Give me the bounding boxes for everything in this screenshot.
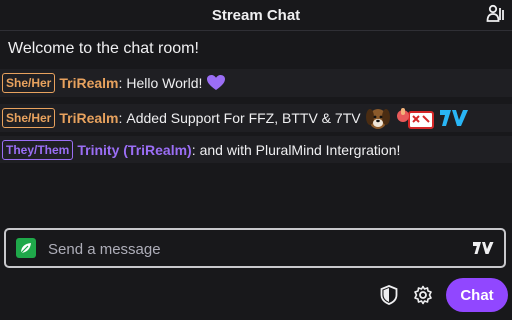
username[interactable]: Trinity (TriRealm) [77,142,191,158]
message-colon: : [118,110,123,126]
message-text: Hello World! [126,75,203,91]
seventv-icon[interactable] [472,238,494,258]
chat-message: They/Them Trinity (TriRealm) : and with … [0,136,512,163]
chat-input-container[interactable] [4,228,506,268]
moderation-button[interactable] [374,280,404,310]
pronoun-badge[interactable]: They/Them [2,139,74,160]
username[interactable]: TriRealm [59,110,118,126]
chat-send-button[interactable]: Chat [446,278,508,312]
thumbs-up-emote[interactable] [395,106,435,130]
users-button[interactable] [484,2,508,26]
gear-icon [414,285,432,305]
leaf-icon[interactable] [16,238,36,258]
message-text: Added Support For FFZ, BTTV & 7TV [126,110,361,126]
purple-heart-emote[interactable] [206,74,226,92]
chat-toolbar: Chat [374,278,508,312]
pronoun-badge[interactable]: She/Her [2,108,56,128]
chat-message: She/Her TriRealm : Added Support For FFZ… [0,104,512,132]
pronoun-badge[interactable]: She/Her [2,73,56,93]
message-colon: : [118,75,123,91]
chat-message: She/Her TriRealm : Hello World! [0,69,512,97]
chat-message-input[interactable] [46,234,470,264]
seventv-logo-emote[interactable] [439,107,469,129]
shield-icon [380,285,398,305]
chat-title: Stream Chat [211,6,301,24]
username[interactable]: TriRealm [59,75,118,91]
users-icon [486,4,504,22]
message-colon: : [191,141,196,158]
dog-emote[interactable] [365,106,391,130]
chat-app: Stream Chat Welcome to the chat room! Sh… [0,0,512,320]
welcome-message: Welcome to the chat room! [8,40,199,57]
message-text: and with PluralMind Intergration! [199,141,401,158]
chat-header: Stream Chat [0,0,512,31]
settings-button[interactable] [408,280,438,310]
